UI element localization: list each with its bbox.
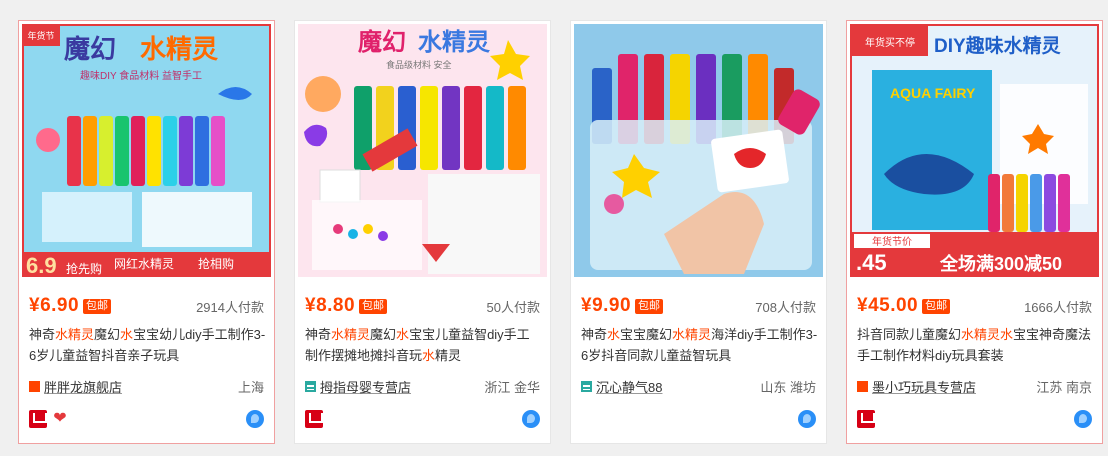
bottom-price: .45 <box>856 250 887 275</box>
price-row: ¥9.90 包邮 708人付款 <box>581 295 816 317</box>
product-image[interactable]: 年货节 魔幻 水精灵 趣味DIY 食品材料 益智手工 6.9 抢先购 网红水精灵… <box>22 24 271 277</box>
product-image[interactable] <box>574 24 823 277</box>
thumb-title-b: 水精灵 <box>140 34 218 64</box>
corner-tag: 年货节 <box>27 30 54 41</box>
price: ¥9.90 <box>581 295 632 316</box>
price: ¥8.80 <box>305 295 356 316</box>
shop-icon <box>581 380 592 392</box>
location: 山东 潍坊 <box>760 379 816 395</box>
product-title-link[interactable]: 神奇水精灵魔幻水宝宝儿童益智diy手工制作摆摊地摊抖音玩水精灵 <box>305 324 542 368</box>
thumb-bottom-b: 抢先购 <box>66 261 102 276</box>
free-shipping-badge: 包邮 <box>635 298 664 314</box>
product-card[interactable]: 年货节 魔幻 水精灵 趣味DIY 食品材料 益智手工 6.9 抢先购 网红水精灵… <box>18 20 275 444</box>
shop-link[interactable]: 拇指母婴专营店 <box>320 377 411 396</box>
product-title-link[interactable]: 神奇水精灵魔幻水宝宝幼儿diy手工制作3-6岁儿童益智抖音亲子玩具 <box>29 324 266 368</box>
shop-icon <box>305 380 316 392</box>
banner: 全场满300减50 <box>939 253 1062 274</box>
price-row: ¥6.90 包邮 2914人付款 <box>29 295 264 317</box>
product-grid: 年货节 魔幻 水精灵 趣味DIY 食品材料 益智手工 6.9 抢先购 网红水精灵… <box>0 0 1108 456</box>
price: ¥6.90 <box>29 295 80 316</box>
product-image[interactable]: 魔幻 水精灵 食品级材料 安全 <box>298 24 547 277</box>
tmall-icon[interactable] <box>305 410 323 428</box>
wangwang-icon[interactable] <box>522 410 540 428</box>
location: 上海 <box>237 379 264 395</box>
product-card[interactable]: 年货买不停 DIY趣味水精灵 AQUA FAIRY 年货节价 .45 全场满30… <box>846 20 1103 444</box>
service-icons: ❤ <box>29 409 264 429</box>
shop-link[interactable]: 沉心静气88 <box>596 377 662 396</box>
thumb-title-b: 水精灵 <box>418 29 490 56</box>
free-shipping-badge: 包邮 <box>922 298 951 314</box>
thumb-title-a: 魔幻 <box>64 34 116 64</box>
shop-icon <box>29 380 40 392</box>
thumb-sub: 食品级材料 安全 <box>386 59 452 70</box>
thumb-bottom-d: 抢相购 <box>198 256 234 271</box>
shop-link[interactable]: 胖胖龙旗舰店 <box>44 377 122 396</box>
shop-row: 胖胖龙旗舰店 上海 <box>29 377 264 395</box>
wangwang-icon[interactable] <box>1074 410 1092 428</box>
sold-count: 1666人付款 <box>1024 299 1092 315</box>
thumb-bottom-c: 网红水精灵 <box>114 256 174 271</box>
price: ¥45.00 <box>857 295 919 316</box>
free-shipping-badge: 包邮 <box>83 298 112 314</box>
sold-count: 2914人付款 <box>196 299 264 315</box>
shop-row: 墨小巧玩具专营店 江苏 南京 <box>857 377 1092 395</box>
product-image[interactable]: 年货买不停 DIY趣味水精灵 AQUA FAIRY 年货节价 .45 全场满30… <box>850 24 1099 277</box>
thumb-title: DIY趣味水精灵 <box>934 34 1062 57</box>
service-icons <box>305 409 540 429</box>
product-card[interactable]: 魔幻 水精灵 食品级材料 安全 ¥8.80 包邮 50人付款 神奇水精灵魔幻水宝… <box>294 20 551 444</box>
product-title-link[interactable]: 抖音同款儿童魔幻水精灵水宝宝神奇魔法手工制作材料diy玩具套装 <box>857 324 1094 368</box>
location: 浙江 金华 <box>484 379 540 395</box>
shop-icon <box>857 380 868 392</box>
service-icons <box>857 409 1092 429</box>
price-row: ¥45.00 包邮 1666人付款 <box>857 295 1092 317</box>
thumb-bottom-price: 6.9 <box>26 253 57 277</box>
shop-link[interactable]: 墨小巧玩具专营店 <box>872 377 976 396</box>
location: 江苏 南京 <box>1036 379 1092 395</box>
heart-icon[interactable]: ❤ <box>51 410 69 428</box>
thumb-title-a: 魔幻 <box>358 28 406 56</box>
thumb-sub: 趣味DIY 食品材料 益智手工 <box>80 69 202 82</box>
shop-row: 拇指母婴专营店 浙江 金华 <box>305 377 540 395</box>
sold-count: 708人付款 <box>755 299 816 315</box>
sold-count: 50人付款 <box>486 299 540 315</box>
product-title-link[interactable]: 神奇水宝宝魔幻水精灵海洋diy手工制作3-6岁抖音同款儿童益智玩具 <box>581 324 818 368</box>
product-card[interactable]: ¥9.90 包邮 708人付款 神奇水宝宝魔幻水精灵海洋diy手工制作3-6岁抖… <box>570 20 827 444</box>
free-shipping-badge: 包邮 <box>359 298 388 314</box>
wangwang-icon[interactable] <box>246 410 264 428</box>
tmall-icon[interactable] <box>29 410 47 428</box>
price-row: ¥8.80 包邮 50人付款 <box>305 295 540 317</box>
wangwang-icon[interactable] <box>798 410 816 428</box>
box-text: AQUA FAIRY <box>890 85 976 101</box>
corner-tag: 年货买不停 <box>865 36 915 49</box>
service-icons <box>581 409 816 429</box>
shop-row: 沉心静气88 山东 潍坊 <box>581 377 816 395</box>
bottom-tag: 年货节价 <box>872 235 912 248</box>
tmall-icon[interactable] <box>857 410 875 428</box>
